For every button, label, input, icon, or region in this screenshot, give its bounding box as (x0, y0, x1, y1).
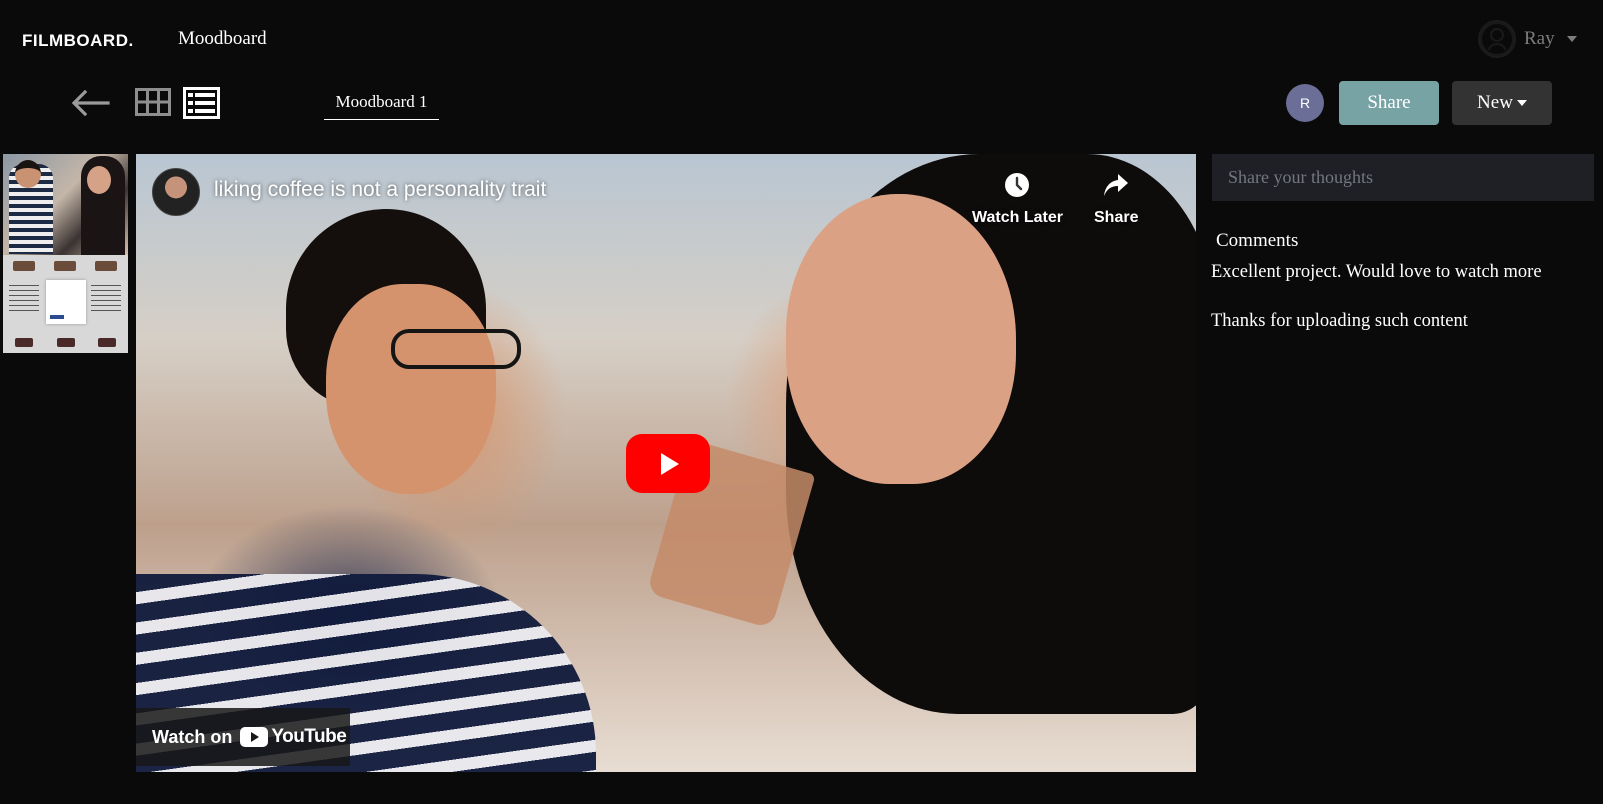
new-button-label: New (1477, 92, 1513, 113)
watch-later-label: Watch Later (972, 209, 1063, 226)
video-share-label: Share (1094, 209, 1139, 226)
watch-later-button[interactable]: Watch Later (972, 172, 1063, 227)
watch-on-label: Watch on (152, 726, 233, 747)
share-button[interactable]: Share (1339, 81, 1439, 125)
arrow-left-icon[interactable] (70, 88, 110, 118)
thoughts-input[interactable] (1212, 154, 1594, 201)
play-button[interactable] (626, 434, 710, 493)
thumbnail-document-image (3, 255, 128, 353)
brand-logo[interactable]: FILMBOARD. (22, 31, 134, 51)
comment-item: Excellent project. Would love to watch m… (1211, 262, 1542, 282)
moodboard-thumbnail[interactable] (3, 154, 128, 353)
youtube-video-embed[interactable]: liking coffee is not a personality trait… (136, 154, 1196, 772)
play-icon (661, 452, 679, 475)
youtube-wordmark: YouTube (271, 726, 347, 747)
list-view-icon[interactable] (183, 87, 220, 119)
tab-moodboard-1[interactable]: Moodboard 1 (324, 88, 439, 120)
thumbnail-video-image (3, 154, 128, 255)
grid-view-icon[interactable] (135, 88, 171, 116)
new-button[interactable]: New (1452, 81, 1552, 125)
clock-icon (972, 172, 1063, 203)
watch-on-youtube-link[interactable]: Watch on YouTube (136, 708, 350, 766)
video-share-button[interactable]: Share (1094, 172, 1138, 227)
comment-item: Thanks for uploading such content (1211, 311, 1468, 331)
youtube-icon (240, 727, 269, 747)
nav-moodboard-link[interactable]: Moodboard (178, 28, 267, 50)
comments-heading: Comments (1216, 230, 1299, 251)
chevron-down-icon (1516, 100, 1527, 106)
user-name: Ray (1524, 28, 1555, 49)
user-outline-icon (1478, 20, 1516, 58)
share-arrow-icon (1094, 172, 1138, 203)
chevron-down-icon (1566, 36, 1577, 42)
youtube-logo: YouTube (240, 726, 347, 748)
video-title[interactable]: liking coffee is not a personality trait (214, 178, 546, 202)
channel-avatar[interactable] (152, 168, 200, 216)
user-menu[interactable]: Ray (1478, 20, 1577, 58)
collaborator-avatar[interactable]: R (1286, 84, 1324, 122)
